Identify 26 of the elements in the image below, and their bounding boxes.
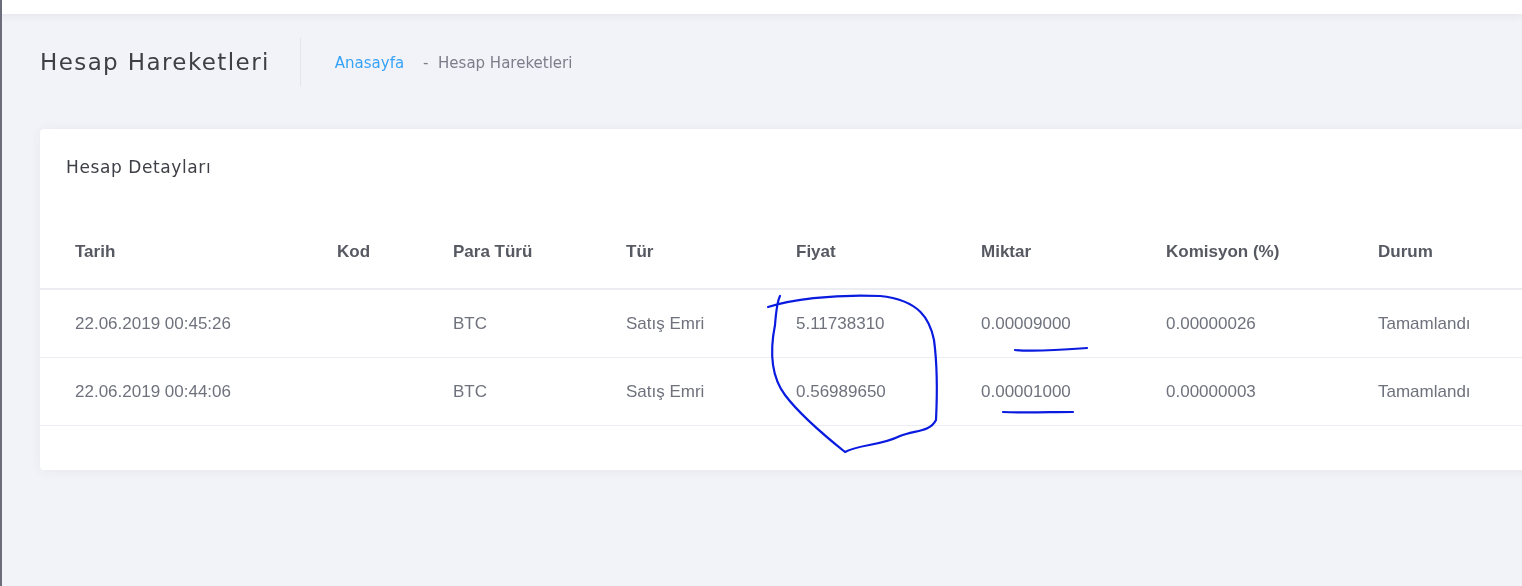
table-cell: Satış Emri [626, 381, 705, 401]
breadcrumb-current: - Hesap Hareketleri [423, 54, 573, 72]
page-title: Hesap Hareketleri [40, 49, 270, 75]
column-header: Durum [1378, 241, 1433, 261]
column-header: Kod [337, 241, 371, 261]
column-header: Miktar [981, 241, 1032, 261]
breadcrumb-link[interactable]: Anasayfa [334, 54, 405, 72]
table-cell: 22.06.2019 00:45:26 [75, 313, 231, 333]
table-cell: 0.00001000 [981, 381, 1071, 401]
table-cell: BTC [453, 381, 487, 401]
column-header: Para Türü [453, 241, 533, 261]
table-cell: 5.11738310 [796, 313, 885, 333]
table-cell: Tamamlandı [1378, 381, 1471, 401]
column-header: Tür [626, 241, 654, 261]
column-header: Tarih [75, 241, 116, 261]
table-cell: 22.06.2019 00:44:06 [75, 381, 231, 401]
table-cell: 0.56989650 [796, 381, 886, 401]
column-header: Komisyon (%) [1166, 241, 1280, 261]
table-cell: 0.00000026 [1166, 313, 1256, 333]
table-cell: Tamamlandı [1378, 313, 1471, 333]
table-cell: Satış Emri [626, 313, 705, 333]
table-cell: 0.00009000 [981, 313, 1071, 333]
table-cell: 0.00000003 [1166, 381, 1256, 401]
table-cell: BTC [453, 313, 487, 333]
card-title: Hesap Detayları [65, 157, 213, 179]
column-header: Fiyat [796, 241, 836, 261]
